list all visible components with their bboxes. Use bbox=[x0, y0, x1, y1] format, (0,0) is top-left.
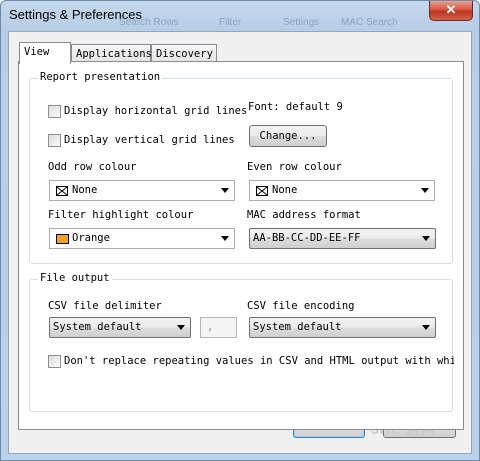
background-menu-item: MAC Search bbox=[341, 17, 398, 28]
change-font-label: Change... bbox=[259, 130, 317, 142]
custom-delimiter-value: , bbox=[207, 321, 214, 333]
view-tab-panel: Report presentation Display horizontal g… bbox=[18, 61, 464, 430]
filter-highlight-select[interactable]: Orange bbox=[49, 228, 235, 249]
csv-encoding-select[interactable]: System default bbox=[249, 317, 436, 338]
settings-window: Settings & Preferences Search Rows Filte… bbox=[0, 0, 480, 461]
background-menu-item: Filter bbox=[219, 17, 242, 28]
vertical-grid-label: Display vertical grid lines bbox=[64, 134, 235, 146]
csv-delimiter-select[interactable]: System default bbox=[49, 317, 191, 338]
file-output-group: File output bbox=[29, 272, 453, 412]
tab-label: Discovery bbox=[156, 48, 213, 60]
close-icon: ✕ bbox=[445, 2, 457, 17]
filter-highlight-label: Filter highlight colour bbox=[48, 209, 194, 221]
odd-row-colour-select[interactable]: None bbox=[49, 180, 235, 201]
vertical-grid-checkbox[interactable] bbox=[48, 134, 61, 147]
odd-row-label: Odd row colour bbox=[48, 161, 137, 173]
mac-format-select[interactable]: AA-BB-CC-DD-EE-FF bbox=[249, 228, 436, 249]
csv-encoding-value: System default bbox=[253, 321, 342, 333]
horizontal-grid-label: Display horizontal grid lines bbox=[64, 105, 248, 117]
font-label: Font: default 9 bbox=[248, 101, 343, 113]
horizontal-grid-checkbox[interactable] bbox=[48, 105, 61, 118]
csv-encoding-label: CSV file encoding bbox=[247, 300, 355, 312]
chevron-down-icon bbox=[422, 236, 430, 241]
tab-view[interactable]: View bbox=[19, 42, 71, 64]
title-bar[interactable]: Settings & Preferences Search Rows Filte… bbox=[1, 1, 479, 31]
close-button[interactable]: ✕ bbox=[429, 1, 473, 21]
group-title: File output bbox=[38, 272, 112, 284]
chevron-down-icon bbox=[177, 325, 185, 330]
mac-format-label: MAC address format bbox=[247, 209, 361, 221]
chevron-down-icon bbox=[421, 188, 429, 193]
orange-swatch-icon bbox=[56, 234, 69, 244]
even-row-colour-select[interactable]: None bbox=[249, 180, 435, 201]
background-menu-item: Search Rows bbox=[119, 17, 179, 28]
chevron-down-icon bbox=[221, 236, 229, 241]
dont-replace-checkbox[interactable] bbox=[48, 355, 61, 368]
change-font-button[interactable]: Change... bbox=[249, 125, 327, 147]
chevron-down-icon bbox=[422, 325, 430, 330]
tab-label: View bbox=[24, 46, 50, 58]
even-row-label: Even row colour bbox=[247, 161, 342, 173]
csv-delimiter-value: System default bbox=[53, 321, 142, 333]
group-title: Report presentation bbox=[38, 71, 163, 83]
even-row-colour-value: None bbox=[272, 184, 298, 196]
background-menu-item: Settings bbox=[283, 17, 320, 28]
mac-format-value: AA-BB-CC-DD-EE-FF bbox=[253, 232, 361, 244]
chevron-down-icon bbox=[221, 188, 229, 193]
dialog-client: View Applications Discovery Report prese… bbox=[8, 31, 472, 454]
x-box-icon bbox=[56, 186, 68, 196]
dont-replace-label: Don't replace repeating values in CSV an… bbox=[64, 355, 454, 367]
custom-delimiter-input[interactable]: , bbox=[200, 317, 237, 338]
csv-delimiter-label: CSV file delimiter bbox=[48, 300, 162, 312]
odd-row-colour-value: None bbox=[72, 184, 98, 196]
filter-highlight-value: Orange bbox=[72, 232, 110, 244]
tab-label: Applications bbox=[76, 48, 152, 60]
x-box-icon bbox=[256, 186, 268, 196]
